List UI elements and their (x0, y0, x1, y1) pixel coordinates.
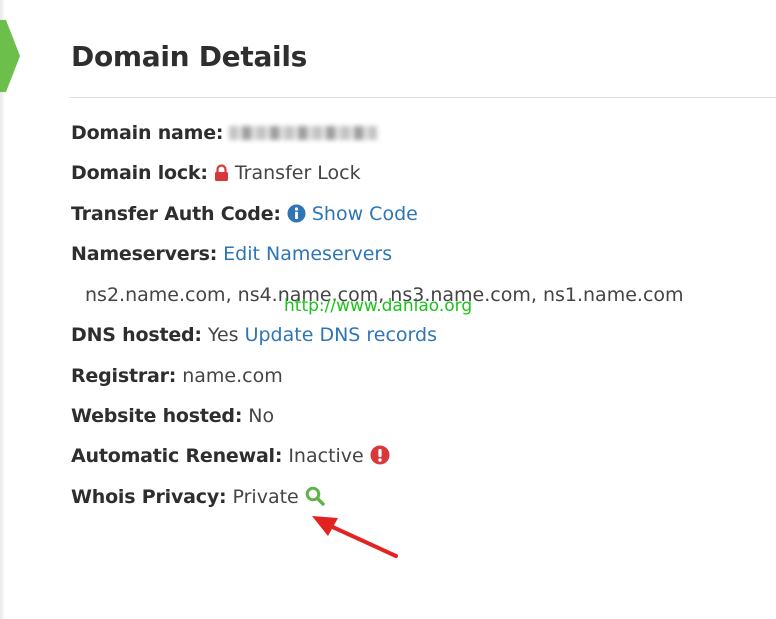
dns-hosted-label: DNS hosted: (71, 324, 202, 346)
red-arrow-annotation (312, 516, 398, 558)
registrar-row: Registrar: name.com (71, 363, 283, 389)
domain-lock-label: Domain lock: (71, 162, 208, 184)
website-hosted-label: Website hosted: (71, 405, 243, 427)
show-code-link[interactable]: Show Code (312, 203, 418, 225)
alert-icon (370, 445, 390, 465)
whois-privacy-label: Whois Privacy: (71, 486, 227, 508)
nameservers-row: Nameservers: Edit Nameservers (71, 241, 392, 267)
website-hosted-value: No (248, 405, 275, 427)
update-dns-records-link[interactable]: Update DNS records (245, 324, 437, 346)
page-title: Domain Details (71, 40, 308, 73)
lock-icon (214, 164, 228, 181)
auto-renewal-label: Automatic Renewal: (71, 445, 283, 467)
domain-name-row: Domain name: (71, 120, 378, 146)
whois-privacy-value: Private (232, 486, 299, 508)
nameservers-label: Nameservers: (71, 243, 218, 265)
watermark-text: http://www.daniao.org (284, 296, 473, 316)
registrar-label: Registrar: (71, 365, 177, 387)
domain-lock-value: Transfer Lock (234, 162, 361, 184)
auto-renewal-row: Automatic Renewal: Inactive (71, 443, 390, 469)
transfer-auth-label: Transfer Auth Code: (71, 203, 281, 225)
domain-name-label: Domain name: (71, 122, 224, 144)
auto-renewal-value: Inactive (288, 445, 364, 467)
edit-nameservers-link[interactable]: Edit Nameservers (223, 243, 392, 265)
domain-lock-row: Domain lock: Transfer Lock (71, 160, 361, 186)
dns-hosted-value: Yes (207, 324, 239, 346)
collapse-chevron-icon[interactable] (0, 20, 20, 92)
registrar-value: name.com (182, 365, 283, 387)
transfer-auth-row: Transfer Auth Code: Show Code (71, 201, 418, 227)
info-icon (287, 204, 306, 223)
dns-hosted-row: DNS hosted: Yes Update DNS records (71, 322, 437, 348)
domain-name-value-redacted (229, 126, 378, 140)
left-panel-edge (0, 0, 4, 619)
whois-privacy-row: Whois Privacy: Private (71, 484, 325, 510)
title-divider (69, 97, 776, 98)
website-hosted-row: Website hosted: No (71, 403, 274, 429)
